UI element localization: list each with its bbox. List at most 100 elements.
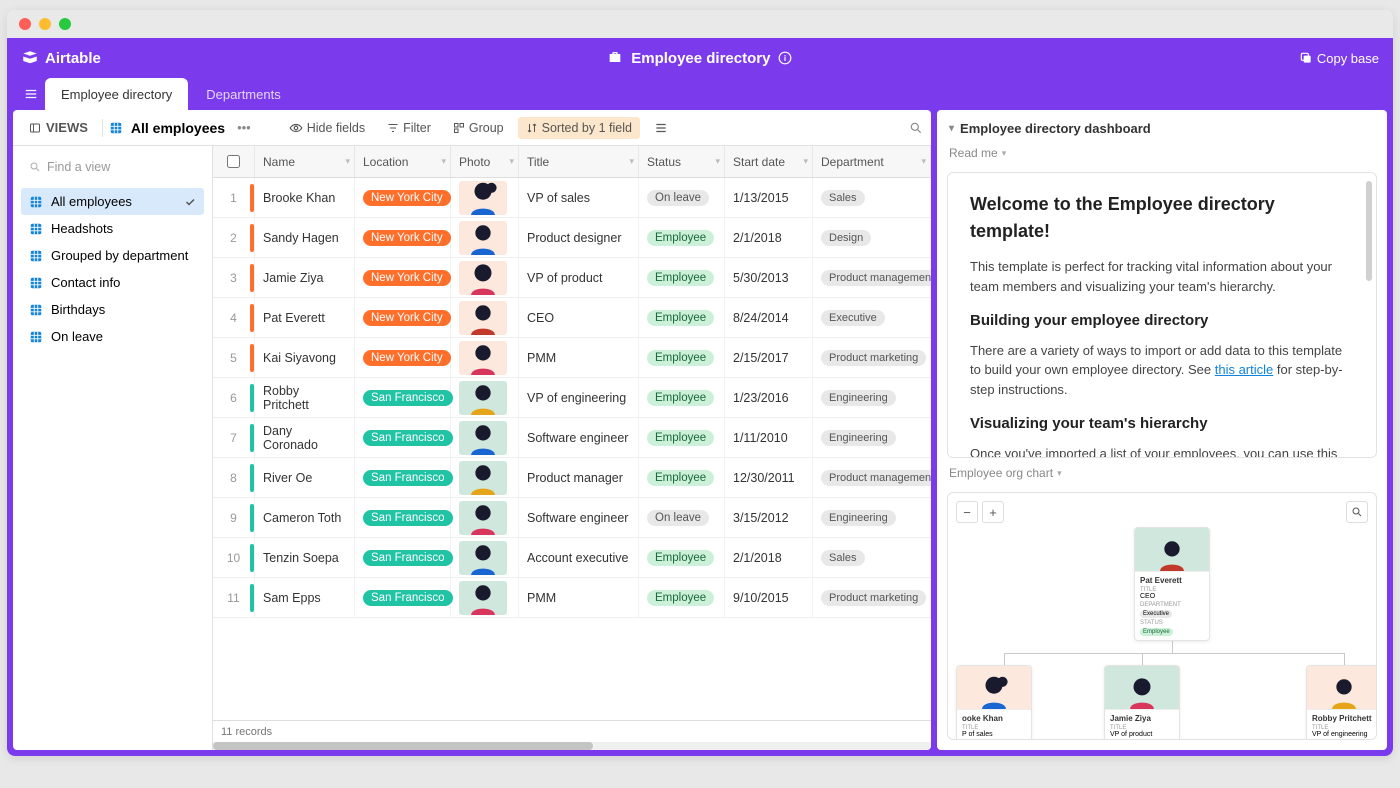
cell-department[interactable]: Engineering <box>813 418 931 457</box>
cell-location[interactable]: New York City <box>355 218 451 257</box>
group-button[interactable]: Group <box>445 117 512 139</box>
cell-start-date[interactable]: 12/30/2011 <box>725 458 813 497</box>
cell-location[interactable]: New York City <box>355 338 451 377</box>
cell-photo[interactable] <box>451 178 519 217</box>
cell-location[interactable]: San Francisco <box>355 498 451 537</box>
cell-title[interactable]: Software engineer <box>519 418 639 457</box>
cell-photo[interactable] <box>451 298 519 337</box>
cell-name[interactable]: Cameron Toth <box>255 498 355 537</box>
cell-title[interactable]: PMM <box>519 578 639 617</box>
cell-name[interactable]: Brooke Khan <box>255 178 355 217</box>
cell-name[interactable]: River Oe <box>255 458 355 497</box>
cell-start-date[interactable]: 1/11/2010 <box>725 418 813 457</box>
col-header-location[interactable]: Location <box>363 155 408 169</box>
cell-start-date[interactable]: 9/10/2015 <box>725 578 813 617</box>
collapse-icon[interactable]: ▾ <box>949 123 954 134</box>
table-row[interactable]: 4Pat EverettNew York CityCEOEmployee8/24… <box>213 298 931 338</box>
maximize-dot[interactable] <box>59 18 71 30</box>
cell-location[interactable]: New York City <box>355 298 451 337</box>
current-view-name[interactable]: All employees <box>131 120 225 136</box>
readme-link[interactable]: this article <box>1215 362 1274 377</box>
zoom-out-button[interactable]: − <box>956 501 978 523</box>
logo[interactable]: Airtable <box>21 49 101 67</box>
cell-status[interactable]: Employee <box>639 378 725 417</box>
tab-departments[interactable]: Departments <box>190 78 296 110</box>
readme-card-label[interactable]: Read me ▾ <box>947 146 1377 164</box>
sort-button[interactable]: Sorted by 1 field <box>518 117 640 139</box>
cell-title[interactable]: VP of product <box>519 258 639 297</box>
menu-button[interactable] <box>17 78 45 110</box>
cell-location[interactable]: San Francisco <box>355 418 451 457</box>
cell-photo[interactable] <box>451 338 519 377</box>
cell-title[interactable]: Product manager <box>519 458 639 497</box>
cell-status[interactable]: On leave <box>639 498 725 537</box>
hide-fields-button[interactable]: Hide fields <box>281 117 373 139</box>
horizontal-scrollbar[interactable] <box>213 742 931 750</box>
cell-department[interactable]: Product marketing <box>813 578 931 617</box>
vertical-scrollbar[interactable] <box>1366 181 1372 281</box>
cell-title[interactable]: VP of engineering <box>519 378 639 417</box>
cell-location[interactable]: San Francisco <box>355 578 451 617</box>
cell-status[interactable]: Employee <box>639 218 725 257</box>
view-item[interactable]: All employees <box>21 188 204 215</box>
cell-department[interactable]: Sales <box>813 178 931 217</box>
cell-location[interactable]: San Francisco <box>355 378 451 417</box>
view-item[interactable]: Contact info <box>21 269 204 296</box>
cell-title[interactable]: CEO <box>519 298 639 337</box>
info-icon[interactable]: i <box>778 51 792 65</box>
org-node-root[interactable]: Pat Everett TITLE CEO DEPARTMENT Executi… <box>1134 527 1210 641</box>
cell-name[interactable]: Sam Epps <box>255 578 355 617</box>
views-button[interactable]: VIEWS <box>21 116 96 139</box>
cell-status[interactable]: Employee <box>639 338 725 377</box>
table-row[interactable]: 10Tenzin SoepaSan FranciscoAccount execu… <box>213 538 931 578</box>
table-row[interactable]: 7Dany CoronadoSan FranciscoSoftware engi… <box>213 418 931 458</box>
col-header-dept[interactable]: Department <box>821 155 884 169</box>
view-item[interactable]: On leave <box>21 323 204 350</box>
cell-name[interactable]: Tenzin Soepa <box>255 538 355 577</box>
view-more-button[interactable]: ••• <box>231 120 257 135</box>
cell-department[interactable]: Product marketing <box>813 338 931 377</box>
cell-start-date[interactable]: 5/30/2013 <box>725 258 813 297</box>
table-row[interactable]: 1Brooke KhanNew York CityVP of salesOn l… <box>213 178 931 218</box>
cell-department[interactable]: Engineering <box>813 378 931 417</box>
cell-start-date[interactable]: 2/15/2017 <box>725 338 813 377</box>
table-row[interactable]: 6Robby PritchettSan FranciscoVP of engin… <box>213 378 931 418</box>
view-item[interactable]: Grouped by department <box>21 242 204 269</box>
filter-button[interactable]: Filter <box>379 117 439 139</box>
cell-photo[interactable] <box>451 538 519 577</box>
cell-department[interactable]: Design <box>813 218 931 257</box>
cell-title[interactable]: VP of sales <box>519 178 639 217</box>
cell-name[interactable]: Pat Everett <box>255 298 355 337</box>
cell-department[interactable]: Product management <box>813 258 931 297</box>
cell-photo[interactable] <box>451 218 519 257</box>
cell-start-date[interactable]: 3/15/2012 <box>725 498 813 537</box>
cell-department[interactable]: Engineering <box>813 498 931 537</box>
cell-location[interactable]: New York City <box>355 258 451 297</box>
org-chart-label[interactable]: Employee org chart ▾ <box>947 466 1377 484</box>
cell-department[interactable]: Sales <box>813 538 931 577</box>
zoom-in-button[interactable]: + <box>982 501 1004 523</box>
cell-photo[interactable] <box>451 378 519 417</box>
copy-base-button[interactable]: Copy base <box>1299 51 1379 66</box>
cell-photo[interactable] <box>451 258 519 297</box>
cell-name[interactable]: Sandy Hagen <box>255 218 355 257</box>
table-row[interactable]: 8River OeSan FranciscoProduct managerEmp… <box>213 458 931 498</box>
cell-location[interactable]: San Francisco <box>355 458 451 497</box>
cell-department[interactable]: Executive <box>813 298 931 337</box>
col-header-name[interactable]: Name <box>263 155 295 169</box>
table-row[interactable]: 5Kai SiyavongNew York CityPMMEmployee2/1… <box>213 338 931 378</box>
find-view-input[interactable]: Find a view <box>21 154 204 180</box>
org-node-child-2[interactable]: Jamie Ziya TITLE VP of product DEPARTMEN… <box>1104 665 1180 740</box>
cell-status[interactable]: Employee <box>639 578 725 617</box>
org-node-child-3[interactable]: Robby Pritchett TITLE VP of engineering … <box>1306 665 1377 740</box>
cell-status[interactable]: On leave <box>639 178 725 217</box>
table-row[interactable]: 9Cameron TothSan FranciscoSoftware engin… <box>213 498 931 538</box>
col-header-photo[interactable]: Photo <box>459 155 490 169</box>
cell-status[interactable]: Employee <box>639 298 725 337</box>
cell-department[interactable]: Product management <box>813 458 931 497</box>
cell-status[interactable]: Employee <box>639 258 725 297</box>
cell-photo[interactable] <box>451 498 519 537</box>
minimize-dot[interactable] <box>39 18 51 30</box>
cell-title[interactable]: Product designer <box>519 218 639 257</box>
cell-photo[interactable] <box>451 418 519 457</box>
